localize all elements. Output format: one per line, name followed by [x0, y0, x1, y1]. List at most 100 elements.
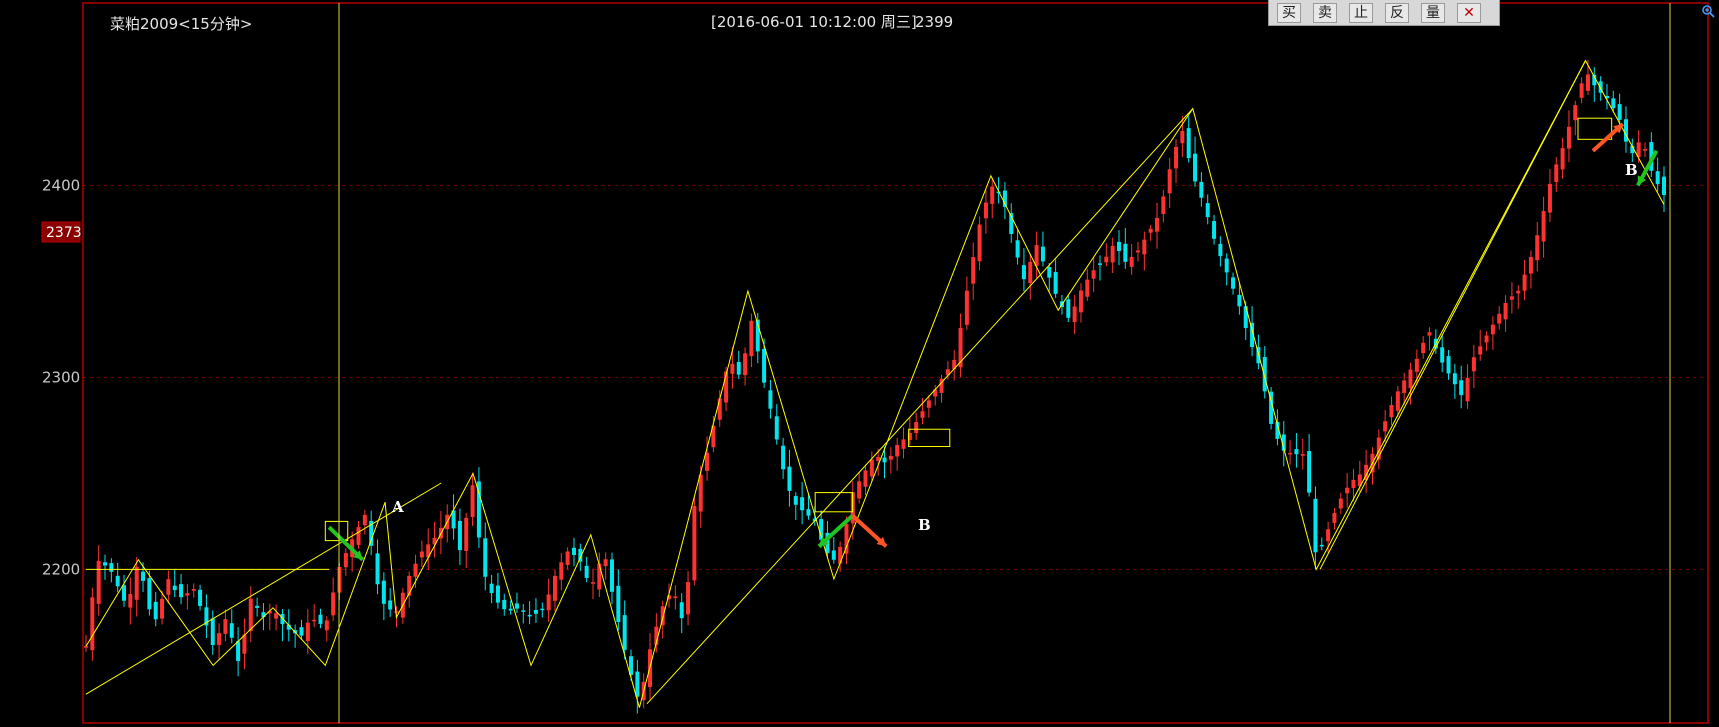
candle-body — [312, 619, 317, 622]
candle-body — [673, 596, 678, 599]
candle-body — [527, 614, 532, 617]
candle-body — [552, 575, 557, 601]
candle-body — [692, 506, 697, 581]
candle-body — [1459, 380, 1464, 396]
candle-body — [1053, 271, 1058, 294]
candle-body — [590, 582, 595, 584]
candle-body — [1421, 342, 1426, 354]
candle-body — [730, 363, 735, 374]
annotation-label: B — [918, 516, 931, 534]
volume-button[interactable]: 量 — [1421, 2, 1445, 23]
datetime-readout: [2016-06-01 10:12:00 周三] — [711, 13, 917, 31]
zoom-icon[interactable] — [1701, 4, 1715, 18]
candle-body — [470, 485, 475, 517]
candle-body — [1655, 171, 1660, 185]
candle-body — [457, 520, 462, 551]
candle-body — [236, 641, 241, 661]
candle-body — [141, 571, 146, 581]
candle-body — [1490, 324, 1495, 335]
candle-body — [1123, 243, 1128, 262]
trade-toolbar: 买 卖 止 反 量 ✕ — [1268, 0, 1500, 26]
candle-body — [394, 611, 399, 613]
candle-body — [1326, 529, 1331, 542]
candle-body — [381, 580, 386, 604]
candle-body — [1471, 357, 1476, 372]
candle-body — [185, 593, 190, 596]
candle-body — [1167, 169, 1172, 194]
candle-body — [1021, 265, 1026, 280]
candle-body — [679, 602, 684, 619]
candle-body — [1535, 235, 1540, 261]
candle-body — [977, 224, 982, 262]
candle-body — [584, 565, 589, 578]
candle-body — [172, 585, 177, 591]
candle-body — [242, 634, 247, 654]
candle-body — [343, 553, 348, 568]
candle-body — [565, 551, 570, 565]
candle-body — [1294, 449, 1299, 455]
candle-body — [1136, 250, 1140, 253]
candle-body — [521, 610, 526, 612]
candle-body — [299, 627, 304, 636]
candle-body — [1585, 74, 1590, 91]
candle-body — [1028, 261, 1033, 284]
candle-body — [103, 562, 108, 566]
candle-body — [1047, 266, 1052, 278]
candle-body — [248, 598, 253, 631]
candle-body — [743, 353, 748, 376]
candle-body — [1288, 452, 1293, 455]
candle-body — [1262, 357, 1267, 392]
candle-body — [768, 390, 773, 409]
candle-body — [1440, 347, 1445, 363]
candle-body — [179, 584, 184, 598]
candle-body — [1237, 294, 1242, 307]
candle-body — [96, 560, 101, 604]
candle-body — [1104, 256, 1109, 263]
buy-button[interactable]: 买 — [1277, 2, 1301, 23]
candle-body — [1617, 104, 1622, 120]
candle-body — [489, 583, 494, 594]
symbol-title: 菜粕2009<15分钟> — [110, 15, 252, 33]
candle-body — [540, 608, 545, 611]
candle-body — [1199, 181, 1204, 198]
candle-body — [217, 633, 222, 646]
candle-body — [255, 605, 260, 608]
candle-body — [1180, 130, 1185, 144]
current-price-tag: 2373 — [41, 221, 82, 243]
candle-body — [1566, 126, 1571, 149]
candle-body — [793, 496, 798, 505]
candle-body — [1642, 149, 1647, 151]
candle-body — [1300, 454, 1305, 456]
candle-body — [1072, 306, 1077, 323]
candle-body — [464, 517, 469, 552]
close-icon[interactable]: ✕ — [1457, 2, 1481, 23]
candle-body — [1224, 258, 1229, 273]
stop-button[interactable]: 止 — [1349, 2, 1373, 23]
candle-body — [857, 481, 862, 499]
candle-body — [1186, 128, 1191, 159]
candle-body — [1193, 153, 1198, 182]
candle-body — [318, 614, 323, 624]
candle-body — [1313, 498, 1318, 553]
candle-body — [920, 411, 925, 418]
candle-body — [717, 398, 722, 420]
sell-button[interactable]: 卖 — [1313, 2, 1337, 23]
candle-body — [1560, 148, 1565, 170]
reverse-button[interactable]: 反 — [1385, 2, 1409, 23]
candle-body — [160, 598, 165, 619]
candle-body — [603, 559, 608, 566]
candle-body — [533, 609, 538, 614]
candle-body — [1319, 544, 1324, 547]
y-tick-label: 2200 — [42, 560, 80, 578]
candle-body — [1522, 274, 1527, 291]
candle-body — [1174, 146, 1179, 169]
candle-body — [305, 622, 310, 641]
candle-body — [1097, 263, 1102, 265]
candle-body — [1383, 421, 1388, 432]
candle-body — [362, 514, 367, 526]
candle-body — [1091, 270, 1096, 279]
candle-body — [736, 361, 741, 375]
candle-body — [1484, 335, 1489, 343]
candle-body — [1161, 196, 1166, 214]
price-chart: 2200 2300 2400 菜粕2009<15分钟> [2016-06-01 10… — [0, 0, 1719, 727]
